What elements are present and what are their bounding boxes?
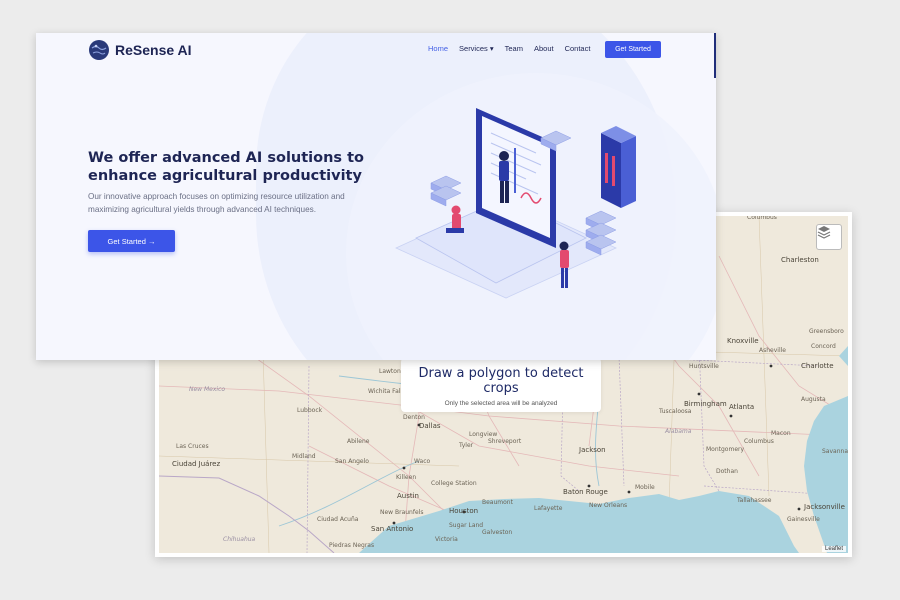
scroll-edge [714, 33, 716, 78]
hero-title: We offer advanced AI solutions to enhanc… [88, 150, 364, 184]
website-window: ReSense AI Home Services ▾ Team About Co… [36, 33, 716, 360]
layers-button[interactable] [816, 224, 842, 250]
main-nav: Home Services ▾ Team About Contact [428, 44, 601, 53]
instruction-panel: Draw a polygon to detect crops Only the … [401, 358, 601, 412]
instruction-subtitle: Only the selected area will be analyzed [444, 400, 558, 407]
map-attribution[interactable]: Leaflet [821, 546, 846, 552]
nav-services[interactable]: Services ▾ [459, 44, 494, 53]
get-started-hero-button[interactable]: Get Started → [88, 230, 175, 252]
brand-logo[interactable]: ReSense AI [89, 40, 192, 60]
hero-illustration [395, 108, 636, 299]
instruction-title: Draw a polygon to detect crops [418, 366, 584, 396]
brand-name: ReSense AI [115, 42, 192, 58]
nav-contact[interactable]: Contact [565, 44, 591, 53]
nav-home[interactable]: Home [428, 44, 448, 53]
get-started-nav-button[interactable]: Get Started [605, 41, 661, 58]
globe-icon [89, 40, 109, 60]
nav-about[interactable]: About [534, 44, 554, 53]
nav-team[interactable]: Team [505, 44, 523, 53]
layers-icon [817, 226, 831, 239]
hero-description: Our innovative approach focuses on optim… [88, 192, 345, 214]
